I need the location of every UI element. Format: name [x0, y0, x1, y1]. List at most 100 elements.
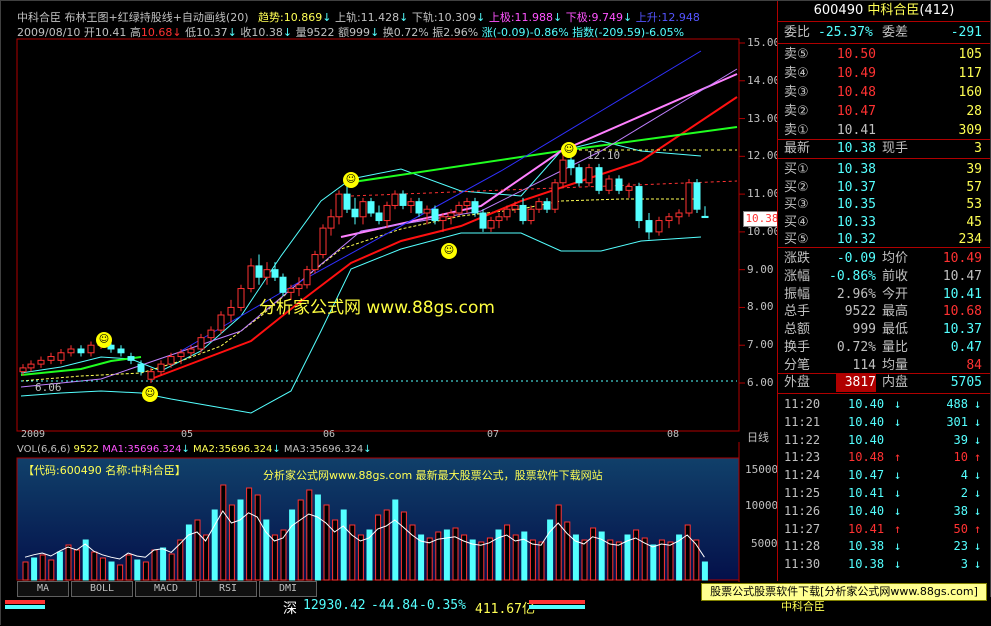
volume-bar: [185, 524, 192, 581]
tick-direction: ↓: [894, 397, 902, 411]
candle-body: [295, 284, 303, 290]
stat-label2: 今开: [882, 286, 909, 302]
buy-label: 买①: [784, 162, 809, 177]
stat-label2: 最高: [882, 304, 909, 320]
tick-volume: 301: [946, 414, 968, 429]
candle-body: [595, 167, 603, 191]
buy-row[interactable]: 买② 10.37 57: [778, 178, 990, 197]
tab-macd[interactable]: MACD: [135, 581, 197, 597]
price-chart[interactable]: [1, 1, 776, 441]
status-gauge-left: [5, 600, 45, 604]
candle-body: [67, 348, 75, 354]
volume-bar: [177, 539, 184, 581]
tick-row: 11:30 10.38 ↓ 3 ↓: [778, 555, 990, 573]
tick-direction: ↓: [894, 414, 902, 429]
buy-volume: 53: [966, 197, 982, 212]
volume-bar: [194, 519, 201, 581]
tick-price: 10.40: [848, 397, 885, 411]
ratio-row: 委比 -25.37% 委差 -291: [778, 23, 990, 42]
sell-row[interactable]: 卖② 10.47 28: [778, 102, 990, 121]
buy-row[interactable]: 买③ 10.35 53: [778, 195, 990, 214]
candle-body: [287, 288, 295, 293]
tick-price: 10.40: [848, 432, 885, 447]
candle-body: [279, 276, 287, 293]
tick-time: 11:21: [784, 414, 821, 429]
volume-bar: [684, 524, 691, 581]
volume-bar: [400, 511, 407, 581]
volume-bar: [529, 539, 536, 581]
tick-arrow-icon: ↓: [974, 414, 982, 429]
sell-row[interactable]: 卖③ 10.48 160: [778, 83, 990, 102]
buy-label: 买④: [784, 214, 809, 230]
candle-body: [57, 352, 65, 361]
candle-body: [423, 208, 431, 214]
tick-direction: ↓: [894, 486, 902, 500]
tab-ma[interactable]: MA: [17, 581, 69, 597]
tick-time: 11:27: [784, 521, 821, 536]
sell-row[interactable]: 卖① 10.41 309: [778, 121, 990, 140]
tick-arrow-icon: ↓: [974, 432, 982, 447]
tick-volume: 38: [953, 503, 968, 518]
candle-body: [399, 193, 407, 206]
tick-arrow-icon: ↓: [974, 486, 982, 500]
candle-body: [527, 208, 535, 222]
volume-bar: [581, 539, 588, 581]
candle-body: [463, 201, 471, 206]
tick-arrow-icon: ↓: [974, 468, 982, 483]
volume-bar: [56, 551, 63, 581]
candle-body: [551, 182, 559, 210]
tick-volume: 2: [960, 486, 968, 500]
status-gauge-left2: [5, 605, 45, 609]
sell-label: 卖⑤: [784, 47, 809, 62]
volume-bar: [478, 541, 485, 581]
buy-volume: 57: [966, 179, 982, 195]
ratio-label: 委比: [784, 25, 811, 40]
last-row: 最新 10.38 现手 3: [778, 139, 990, 158]
stat-value2: 84: [966, 357, 982, 373]
candle-body: [665, 216, 673, 222]
status-gauge-right: [529, 600, 585, 604]
volume-bar: [237, 499, 244, 581]
candle-body: [575, 167, 583, 184]
market-pct: -0.35%: [419, 598, 466, 613]
price-axis-label: 7.00: [747, 338, 774, 352]
candle-body: [271, 269, 279, 278]
volume-bar: [48, 559, 55, 581]
market-index: 12930.42: [303, 598, 366, 613]
tab-dmi[interactable]: DMI: [259, 581, 317, 597]
candle-body: [87, 344, 95, 354]
candle-body: [187, 348, 195, 354]
volume-bar: [340, 509, 347, 581]
volume-bar: [667, 541, 674, 581]
tick-direction: ↓: [894, 539, 902, 554]
stat-value: 999: [852, 322, 876, 338]
tick-price: 10.48: [848, 450, 885, 465]
volume-bar: [633, 529, 640, 581]
stat-label2: 前收: [882, 268, 909, 284]
buy-row[interactable]: 买① 10.38 39: [778, 160, 990, 179]
tick-direction: ↑: [894, 450, 902, 465]
tick-direction: ↓: [894, 557, 902, 572]
volume-bar: [134, 559, 141, 581]
sell-volume: 105: [958, 47, 982, 62]
last-value: 10.38: [836, 141, 876, 156]
volume-bar: [22, 561, 29, 581]
sell-volume: 28: [966, 104, 982, 119]
sell-row[interactable]: 卖⑤ 10.50 105: [778, 45, 990, 64]
candle-body: [585, 167, 593, 184]
volume-bar: [297, 499, 304, 581]
sell-label: 卖③: [784, 85, 809, 100]
candle-body: [263, 269, 271, 278]
tab-rsi[interactable]: RSI: [199, 581, 257, 597]
tick-volume: 488: [946, 397, 968, 411]
sell-row[interactable]: 卖④ 10.49 117: [778, 64, 990, 83]
tab-boll[interactable]: BOLL: [71, 581, 133, 597]
ticker-box[interactable]: 股票公式股票软件下载[分析家公式网www.88gs.com]: [701, 583, 987, 601]
candle-body: [255, 265, 263, 278]
stat-value: -0.86%: [829, 268, 876, 284]
sell-volume: 117: [958, 66, 982, 81]
tick-row: 11:23 10.48 ↑ 10 ↑: [778, 448, 990, 466]
volume-bar: [117, 564, 124, 581]
time-label: 05: [181, 429, 194, 440]
buy-row[interactable]: 买④ 10.33 45: [778, 213, 990, 232]
